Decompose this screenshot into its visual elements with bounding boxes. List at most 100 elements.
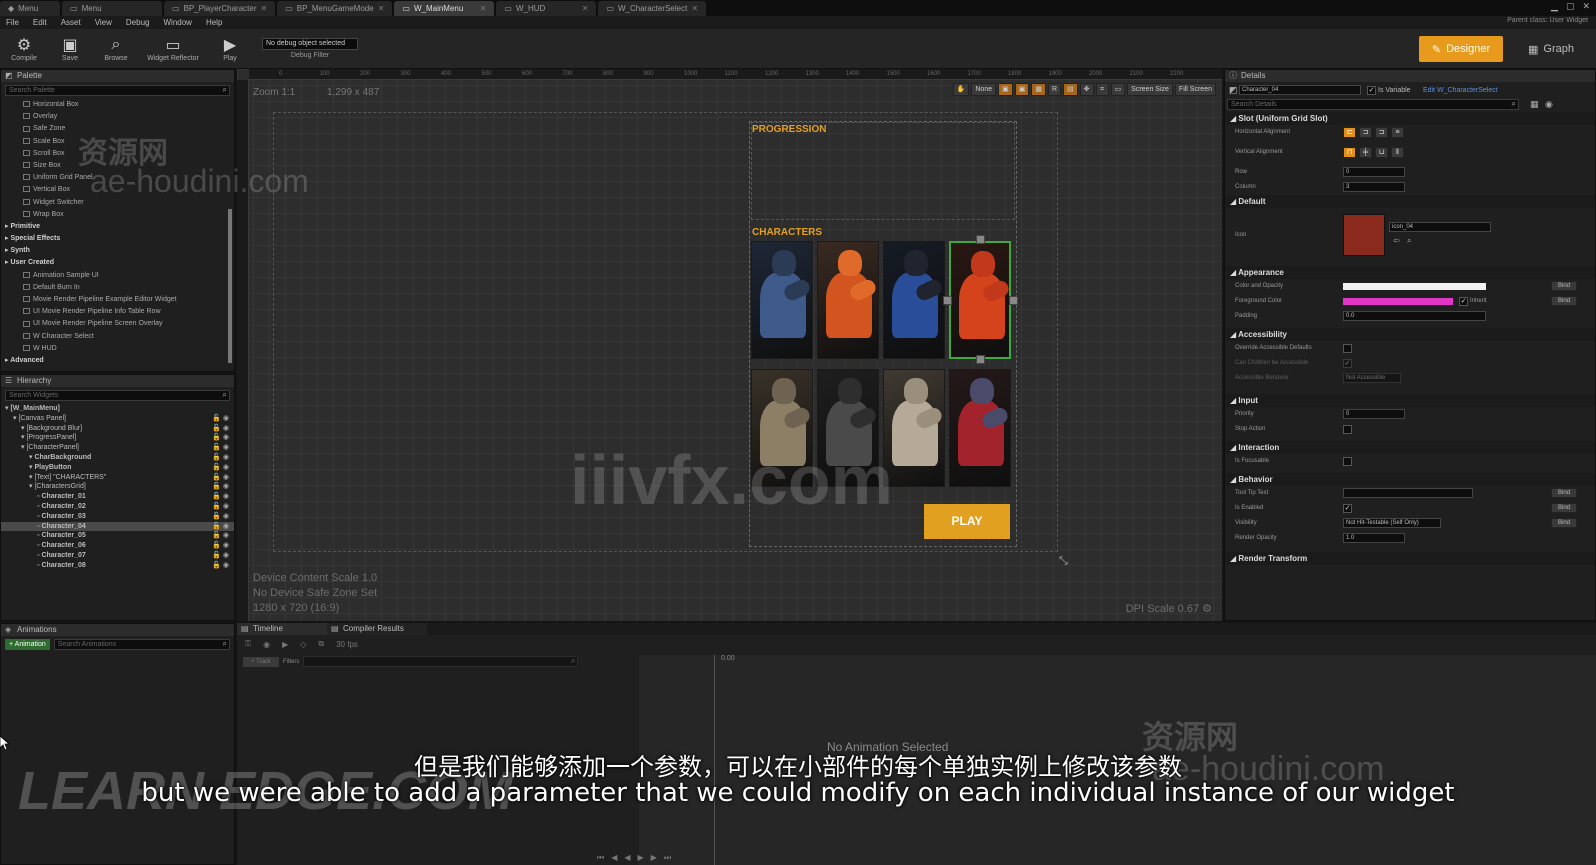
icon-thumbnail[interactable]: [1343, 214, 1385, 256]
filters-select[interactable]: Filters: [283, 659, 299, 665]
hierarchy-item[interactable]: ▾ [W_MainMenu]: [1, 404, 234, 414]
lock-visibility-icon[interactable]: 🔓 ◉: [212, 453, 229, 463]
preview-icon[interactable]: ▭: [1110, 83, 1126, 96]
lock-visibility-icon[interactable]: 🔓 ◉: [212, 522, 229, 532]
visibility-select[interactable]: Not Hit-Testable (Self Only): [1343, 518, 1441, 528]
browse-button[interactable]: ⌕ Browse: [98, 31, 134, 67]
align-right-icon[interactable]: ⊐: [1375, 127, 1388, 138]
hierarchy-item[interactable]: ▾ [CharactersGrid] 🔓 ◉: [1, 482, 234, 492]
palette-tab[interactable]: ◩ Palette: [1, 70, 234, 82]
character-slot[interactable]: [949, 241, 1011, 359]
slot-section[interactable]: ◢ Slot (Uniform Grid Slot): [1225, 112, 1595, 125]
skip-start-icon[interactable]: ⏮: [597, 853, 604, 863]
document-tab[interactable]: ▭ BP_PlayerCharacter ✕: [164, 1, 276, 16]
document-tab[interactable]: ▭ Menu: [62, 1, 162, 16]
resize-handle-icon[interactable]: ⤡: [1059, 555, 1068, 568]
palette-category[interactable]: ▸ Advanced: [1, 355, 234, 367]
widget-reflector-button[interactable]: ▭ Widget Reflector: [144, 31, 202, 67]
browse-asset-icon[interactable]: ⌕: [1407, 236, 1411, 246]
lock-visibility-icon[interactable]: 🔓 ◉: [212, 492, 229, 502]
hand-icon[interactable]: ✋: [952, 83, 970, 96]
document-tab[interactable]: ▭ BP_MenuGameMode ✕: [277, 1, 393, 16]
focusable-checkbox[interactable]: [1343, 457, 1352, 466]
screen-size-button[interactable]: Screen Size: [1127, 83, 1173, 96]
widget-name-input[interactable]: Character_04: [1239, 85, 1361, 95]
selection-handle[interactable]: [943, 296, 952, 305]
lock-visibility-icon[interactable]: 🔓 ◉: [212, 541, 229, 551]
maximize-icon[interactable]: ▢: [1566, 1, 1575, 12]
hierarchy-item[interactable]: ▾ [Canvas Panel] 🔓 ◉: [1, 414, 234, 424]
lock-visibility-icon[interactable]: 🔓 ◉: [212, 561, 229, 571]
details-search-input[interactable]: Search Details ⌕: [1227, 99, 1519, 110]
enabled-bind-button[interactable]: Bind: [1551, 503, 1577, 513]
hierarchy-item[interactable]: ▫ Character_08 🔓 ◉: [1, 561, 234, 571]
menu-item[interactable]: Window: [163, 18, 191, 27]
designer-canvas[interactable]: 0 100 200 300 400 500 600 700 800 900 1000 1100 1200…: [237, 69, 1222, 621]
selection-handle[interactable]: [976, 235, 985, 244]
hierarchy-item[interactable]: ▾ [CharacterPanel] 🔓 ◉: [1, 443, 234, 453]
palette-category[interactable]: ▸ Primitive: [1, 221, 234, 233]
color-opacity-swatch[interactable]: [1343, 283, 1486, 290]
palette-item[interactable]: Overlay: [1, 111, 234, 123]
view-options-icon[interactable]: ▦: [1530, 99, 1539, 110]
character-slot[interactable]: [949, 369, 1011, 487]
snap-icon[interactable]: ⧉: [318, 639, 324, 649]
lock-visibility-icon[interactable]: 🔓 ◉: [212, 482, 229, 492]
hierarchy-item[interactable]: ▾ [Background Blur] 🔓 ◉: [1, 424, 234, 434]
skip-end-icon[interactable]: ⏭: [664, 853, 671, 863]
row-input[interactable]: 0: [1343, 167, 1405, 177]
key-icon[interactable]: ⚿: [245, 639, 251, 649]
color-opacity-bind-button[interactable]: Bind: [1551, 281, 1577, 291]
document-tab[interactable]: ▭ W_CharacterSelect ✕: [598, 1, 707, 16]
respect-locks-icon[interactable]: ▣: [1014, 83, 1030, 96]
lock-visibility-icon[interactable]: 🔓 ◉: [212, 502, 229, 512]
eye-icon[interactable]: ◉: [263, 640, 270, 649]
lock-visibility-icon[interactable]: 🔓 ◉: [212, 512, 229, 522]
palette-item[interactable]: Wrap Box: [1, 209, 234, 221]
close-tab-icon[interactable]: ✕: [691, 1, 698, 16]
align-left-icon[interactable]: ⊏: [1343, 127, 1356, 138]
hierarchy-item[interactable]: ▾ CharBackground 🔓 ◉: [1, 453, 234, 463]
is-variable-checkbox[interactable]: ✓: [1367, 86, 1376, 95]
valign-fill-icon[interactable]: ‖: [1391, 147, 1404, 158]
fps-select[interactable]: 30 fps: [336, 640, 358, 649]
close-icon[interactable]: ✕: [1582, 1, 1590, 12]
curve-icon[interactable]: ◇: [300, 640, 306, 649]
icon-asset-select[interactable]: icon_04: [1389, 222, 1491, 232]
hierarchy-item[interactable]: ▫ Character_06 🔓 ◉: [1, 541, 234, 551]
animations-tab[interactable]: ◈ Animations: [1, 624, 234, 636]
play-forward-icon[interactable]: ▶: [638, 853, 644, 863]
menu-item[interactable]: Edit: [33, 18, 47, 27]
palette-category[interactable]: ▸ Special Effects: [1, 233, 234, 245]
hierarchy-item[interactable]: ▾ PlayButton 🔓 ◉: [1, 463, 234, 473]
localize-icon[interactable]: ▤: [1063, 83, 1078, 96]
visibility-bind-button[interactable]: Bind: [1551, 518, 1577, 528]
hierarchy-item[interactable]: ▾ [ProgressPanel] 🔓 ◉: [1, 433, 234, 443]
use-asset-icon[interactable]: ⇦: [1393, 236, 1400, 245]
menu-item[interactable]: Help: [206, 18, 222, 27]
palette-search-input[interactable]: Search Palette ⌕: [5, 85, 230, 96]
close-tab-icon[interactable]: ✕: [260, 1, 267, 16]
details-tab[interactable]: ⓘ Details: [1225, 70, 1595, 82]
timeline-tab[interactable]: ▤ Timeline: [237, 623, 327, 635]
eye-icon[interactable]: ◉: [1545, 99, 1553, 110]
character-slot[interactable]: [883, 241, 945, 359]
valign-bottom-icon[interactable]: ⊔: [1375, 147, 1388, 158]
selection-handle[interactable]: [976, 355, 985, 364]
foreground-bind-button[interactable]: Bind: [1551, 296, 1577, 306]
interaction-section[interactable]: ◢ Interaction: [1225, 441, 1595, 454]
override-accessible-checkbox[interactable]: [1343, 344, 1352, 353]
lock-visibility-icon[interactable]: 🔓 ◉: [212, 424, 229, 434]
align-fill-icon[interactable]: ≡: [1391, 127, 1404, 138]
hierarchy-search-input[interactable]: Search Widgets ⌕: [5, 390, 230, 401]
play-reverse-icon[interactable]: ◀: [624, 853, 630, 863]
hierarchy-item[interactable]: ▫ Character_02 🔓 ◉: [1, 502, 234, 512]
palette-item[interactable]: Animation Sample UI: [1, 270, 234, 282]
stop-action-checkbox[interactable]: [1343, 425, 1352, 434]
foreground-color-swatch[interactable]: [1343, 298, 1453, 305]
enabled-checkbox[interactable]: ✓: [1343, 504, 1352, 513]
default-section[interactable]: ◢ Default: [1225, 195, 1595, 208]
graph-mode-button[interactable]: ▦ Graph: [1516, 36, 1586, 62]
animation-search-input[interactable]: Search Animations ⌕: [53, 639, 230, 650]
menu-item[interactable]: Asset: [61, 18, 81, 27]
